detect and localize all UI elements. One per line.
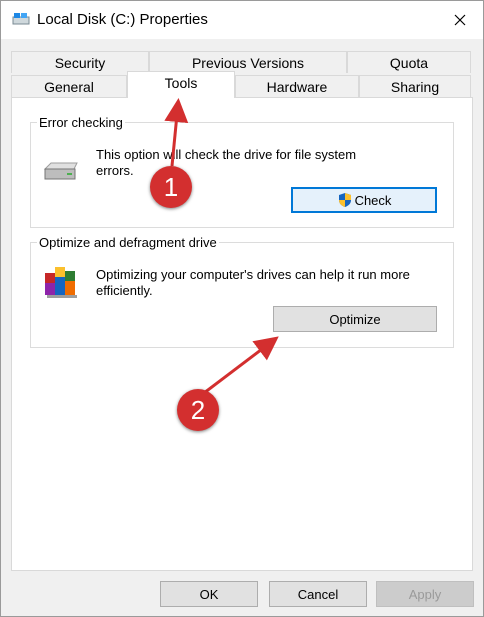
cancel-button[interactable]: Cancel (269, 581, 367, 607)
tab-general[interactable]: General (11, 75, 127, 97)
close-button[interactable] (437, 1, 483, 39)
tab-previous-versions[interactable]: Previous Versions (149, 51, 347, 73)
apply-button[interactable]: Apply (376, 581, 474, 607)
optimize-button[interactable]: Optimize (273, 306, 437, 332)
optimize-group: Optimize and defragment drive Optimizing… (30, 235, 454, 348)
optimize-heading: Optimize and defragment drive (37, 235, 219, 250)
shield-icon (338, 193, 351, 207)
properties-window: Local Disk (C:) Properties Security Prev… (0, 0, 484, 617)
close-icon (454, 14, 466, 26)
title-bar: Local Disk (C:) Properties (1, 1, 483, 39)
ok-button[interactable]: OK (160, 581, 258, 607)
check-button[interactable]: Check (291, 187, 437, 213)
error-checking-group: Error checking This option will check th… (30, 115, 454, 228)
error-checking-heading: Error checking (37, 115, 125, 130)
tab-sharing[interactable]: Sharing (359, 75, 471, 97)
annotation-badge-2: 2 (177, 389, 219, 431)
tab-security[interactable]: Security (11, 51, 149, 73)
optimize-description: Optimizing your computer's drives can he… (96, 267, 410, 298)
tab-hardware[interactable]: Hardware (235, 75, 359, 97)
annotation-badge-1: 1 (150, 166, 192, 208)
tab-tools[interactable]: Tools (127, 71, 235, 98)
tab-quota[interactable]: Quota (347, 51, 471, 73)
tools-panel: Error checking This option will check th… (11, 97, 473, 571)
window-title: Local Disk (C:) Properties (37, 11, 208, 28)
hard-drive-icon (43, 162, 78, 180)
defragment-icon (45, 267, 77, 298)
drive-icon (12, 13, 30, 25)
error-checking-description: This option will check the drive for fil… (96, 147, 357, 178)
